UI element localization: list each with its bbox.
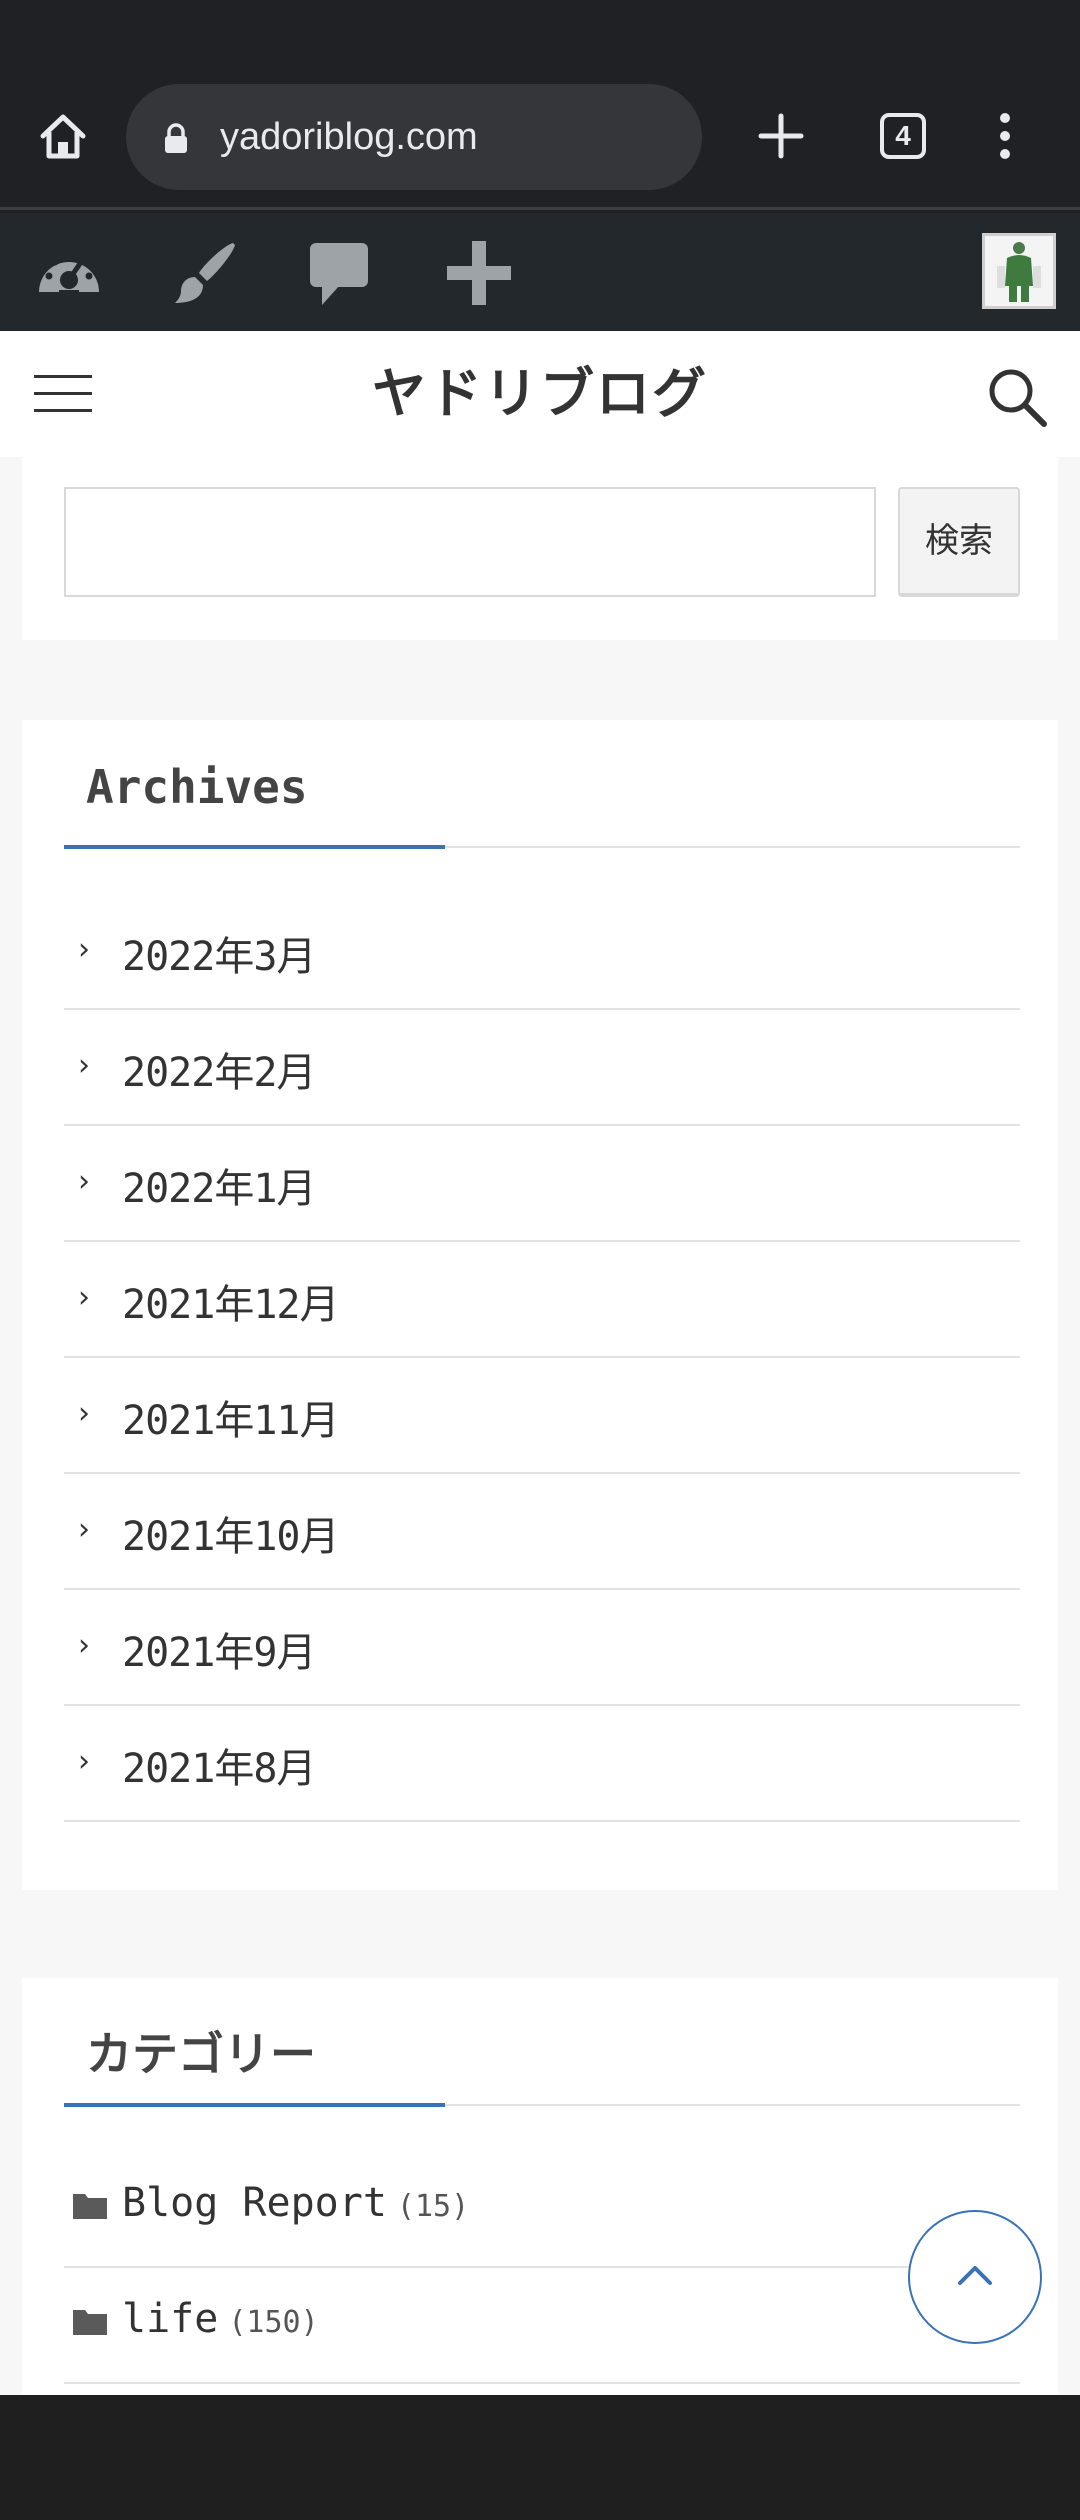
title-accent-bar <box>64 2103 445 2107</box>
categories-list: Blog Report (15) life (150) <box>64 2152 1020 2384</box>
site-header: ヤドリブログ <box>0 331 1080 457</box>
archive-item[interactable]: › 2021年9月 <box>64 1590 1020 1706</box>
new-tab-plus-icon[interactable] <box>748 103 814 169</box>
status-bar <box>0 0 1080 70</box>
dashboard-icon[interactable] <box>24 231 114 315</box>
chevron-right-icon: › <box>78 1048 90 1083</box>
chevron-right-icon: › <box>78 1396 90 1431</box>
archives-title: Archives <box>86 760 308 814</box>
chevron-right-icon: › <box>78 1628 90 1663</box>
folder-icon <box>73 2310 107 2335</box>
chevron-right-icon: › <box>78 932 90 967</box>
archives-list: › 2022年3月 › 2022年2月 › 2022年1月 › 2021年12月 › 20… <box>64 894 1020 1822</box>
search-input[interactable] <box>64 487 876 597</box>
lock-icon <box>165 123 187 153</box>
archive-label: 2022年2月 <box>122 1050 316 1096</box>
title-accent-bar <box>64 845 445 849</box>
tab-switcher-button[interactable]: 4 <box>870 103 936 169</box>
archive-item[interactable]: › 2022年2月 <box>64 1010 1020 1126</box>
category-count: (150) <box>228 2305 319 2340</box>
browser-toolbar: yadoriblog.com 4 <box>0 70 1080 210</box>
archive-label: 2022年1月 <box>122 1166 316 1212</box>
chevron-right-icon: › <box>78 1280 90 1315</box>
archive-item[interactable]: › 2021年8月 <box>64 1706 1020 1822</box>
folder-icon <box>73 2194 107 2219</box>
system-navigation-bar <box>0 2395 1080 2520</box>
user-avatar[interactable] <box>982 233 1056 309</box>
categories-title: カテゴリー <box>86 2027 316 2081</box>
archives-widget: Archives › 2022年3月 › 2022年2月 › 2022年1月 › 202… <box>22 720 1058 1890</box>
chevron-right-icon: › <box>78 1164 90 1199</box>
new-content-plus-icon[interactable] <box>434 231 524 315</box>
archive-label: 2021年11月 <box>122 1398 339 1444</box>
categories-widget: カテゴリー Blog Report (15) life (150) <box>22 1978 1058 2395</box>
scroll-to-top-button[interactable] <box>908 2210 1042 2344</box>
archive-item[interactable]: › 2022年3月 <box>64 894 1020 1010</box>
chevron-right-icon: › <box>78 1512 90 1547</box>
archive-item[interactable]: › 2021年10月 <box>64 1474 1020 1590</box>
address-bar[interactable]: yadoriblog.com <box>126 84 702 190</box>
search-submit-button[interactable]: 検索 <box>898 487 1020 597</box>
archive-label: 2021年8月 <box>122 1746 316 1792</box>
archive-item[interactable]: › 2021年11月 <box>64 1358 1020 1474</box>
search-widget: 検索 <box>22 457 1058 640</box>
search-icon[interactable] <box>984 364 1050 430</box>
category-count: (15) <box>396 2189 470 2224</box>
home-icon[interactable] <box>30 103 96 169</box>
archive-item[interactable]: › 2021年12月 <box>64 1242 1020 1358</box>
archive-item[interactable]: › 2022年1月 <box>64 1126 1020 1242</box>
site-title[interactable]: ヤドリブログ <box>0 331 1080 457</box>
wp-admin-bar <box>0 213 1080 331</box>
category-label: life (150) <box>122 2296 319 2342</box>
category-label: Blog Report (15) <box>122 2180 470 2226</box>
sidebar-widgets: 検索 Archives › 2022年3月 › 2022年2月 › 2022年1月 ›… <box>0 457 1080 2395</box>
category-item[interactable]: Blog Report (15) <box>64 2152 1020 2268</box>
tab-count: 4 <box>880 113 926 159</box>
archive-label: 2022年3月 <box>122 934 316 980</box>
customize-brush-icon[interactable] <box>160 231 250 315</box>
archive-label: 2021年10月 <box>122 1514 339 1560</box>
category-item[interactable]: life (150) <box>64 2268 1020 2384</box>
archive-label: 2021年12月 <box>122 1282 339 1328</box>
comments-icon[interactable] <box>294 231 384 315</box>
chevron-up-icon <box>958 2266 992 2285</box>
more-vert-icon[interactable] <box>972 103 1038 169</box>
url-text: yadoriblog.com <box>220 116 478 158</box>
archive-label: 2021年9月 <box>122 1630 316 1676</box>
chevron-right-icon: › <box>78 1744 90 1779</box>
